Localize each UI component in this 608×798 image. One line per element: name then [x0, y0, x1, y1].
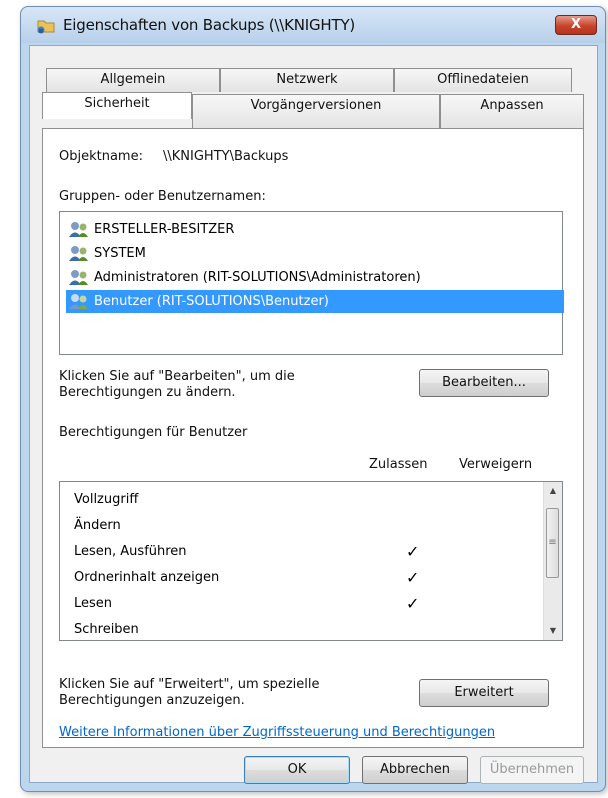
users-icon	[69, 270, 88, 285]
close-button[interactable]: X	[555, 15, 597, 35]
groups-label: Gruppen- oder Benutzernamen:	[59, 189, 266, 204]
allow-check: ✓	[406, 594, 420, 613]
tab-anpassen[interactable]: Anpassen	[440, 94, 584, 129]
title-bar[interactable]: Eigenschaften von Backups (\\KNIGHTY) X	[21, 7, 605, 43]
advanced-button[interactable]: Erweitert	[419, 679, 549, 707]
permissions-list[interactable]: Vollzugriff Ändern Lesen, Ausführen ✓ Or…	[59, 481, 563, 641]
permission-row-ordnerinhalt: Ordnerinhalt anzeigen ✓	[60, 566, 540, 592]
list-item-system[interactable]: SYSTEM	[66, 242, 564, 265]
group-name: ERSTELLER-BESITZER	[94, 222, 235, 237]
cancel-button[interactable]: Abbrechen	[362, 756, 468, 784]
tab-netzwerk[interactable]: Netzwerk	[220, 68, 394, 92]
advanced-hint-line1: Klicken Sie auf "Erweitert", um speziell…	[59, 677, 320, 692]
users-icon	[69, 294, 88, 309]
users-icon	[69, 246, 88, 261]
permission-name: Schreiben	[74, 622, 139, 637]
permissions-label: Berechtigungen für Benutzer	[59, 425, 248, 440]
info-link[interactable]: Weitere Informationen über Zugriffssteue…	[59, 725, 495, 740]
groups-listbox[interactable]: ERSTELLER-BESITZER SYSTEM Administratore…	[59, 211, 564, 355]
apply-button[interactable]: Übernehmen	[480, 756, 584, 784]
permission-row-aendern: Ändern	[60, 514, 540, 540]
permission-row-lesen: Lesen ✓	[60, 592, 540, 618]
list-item-ersteller-besitzer[interactable]: ERSTELLER-BESITZER	[66, 218, 564, 241]
edit-hint-line1: Klicken Sie auf "Bearbeiten", um die	[59, 369, 295, 384]
group-name: Benutzer (RIT-SOLUTIONS\Benutzer)	[94, 294, 329, 309]
permission-name: Lesen, Ausführen	[74, 544, 187, 559]
list-item-administratoren[interactable]: Administratoren (RIT-SOLUTIONS\Administr…	[66, 266, 564, 289]
permissions-scrollbar[interactable]: ▲ ≡ ▼	[543, 482, 562, 640]
tab-allgemein[interactable]: Allgemein	[46, 68, 220, 92]
permission-row-lesen-ausfuehren: Lesen, Ausführen ✓	[60, 540, 540, 566]
group-name: Administratoren (RIT-SOLUTIONS\Administr…	[94, 270, 421, 285]
object-name-value: \\KNIGHTY\Backups	[163, 149, 289, 164]
security-tab-panel: Objektname: \\KNIGHTY\Backups Gruppen- o…	[42, 128, 584, 748]
tab-sicherheit[interactable]: Sicherheit	[42, 92, 192, 119]
deny-column-header: Verweigern	[459, 457, 533, 472]
users-icon	[69, 222, 88, 237]
tab-offlinedateien[interactable]: Offlinedateien	[394, 68, 572, 92]
scroll-up-icon[interactable]: ▲	[544, 482, 562, 500]
shared-folder-icon	[37, 20, 55, 34]
allow-column-header: Zulassen	[369, 457, 428, 472]
edit-button[interactable]: Bearbeiten...	[419, 369, 549, 397]
list-item-benutzer[interactable]: Benutzer (RIT-SOLUTIONS\Benutzer)	[66, 290, 564, 313]
properties-window: Eigenschaften von Backups (\\KNIGHTY) X …	[20, 6, 606, 792]
permission-name: Lesen	[74, 596, 113, 611]
scroll-thumb[interactable]: ≡	[546, 508, 559, 578]
permission-name: Ordnerinhalt anzeigen	[74, 570, 220, 585]
scroll-down-icon[interactable]: ▼	[544, 622, 562, 640]
edit-hint-line2: Berechtigungen zu ändern.	[59, 385, 236, 400]
advanced-hint-line2: Berechtigungen anzuzeigen.	[59, 693, 245, 708]
tab-vorgaengerversionen[interactable]: Vorgängerversionen	[192, 94, 440, 129]
permission-name: Vollzugriff	[74, 492, 139, 507]
dialog-client: Allgemein Netzwerk Offlinedateien Sicher…	[29, 45, 598, 784]
ok-button[interactable]: OK	[244, 756, 350, 784]
group-name: SYSTEM	[94, 246, 146, 261]
allow-check: ✓	[406, 542, 420, 561]
permission-name: Ändern	[74, 518, 121, 533]
permission-row-vollzugriff: Vollzugriff	[60, 488, 540, 514]
window-title: Eigenschaften von Backups (\\KNIGHTY)	[63, 16, 356, 34]
permission-row-schreiben: Schreiben	[60, 618, 540, 640]
allow-check: ✓	[406, 568, 420, 587]
object-name-label: Objektname:	[59, 149, 143, 164]
